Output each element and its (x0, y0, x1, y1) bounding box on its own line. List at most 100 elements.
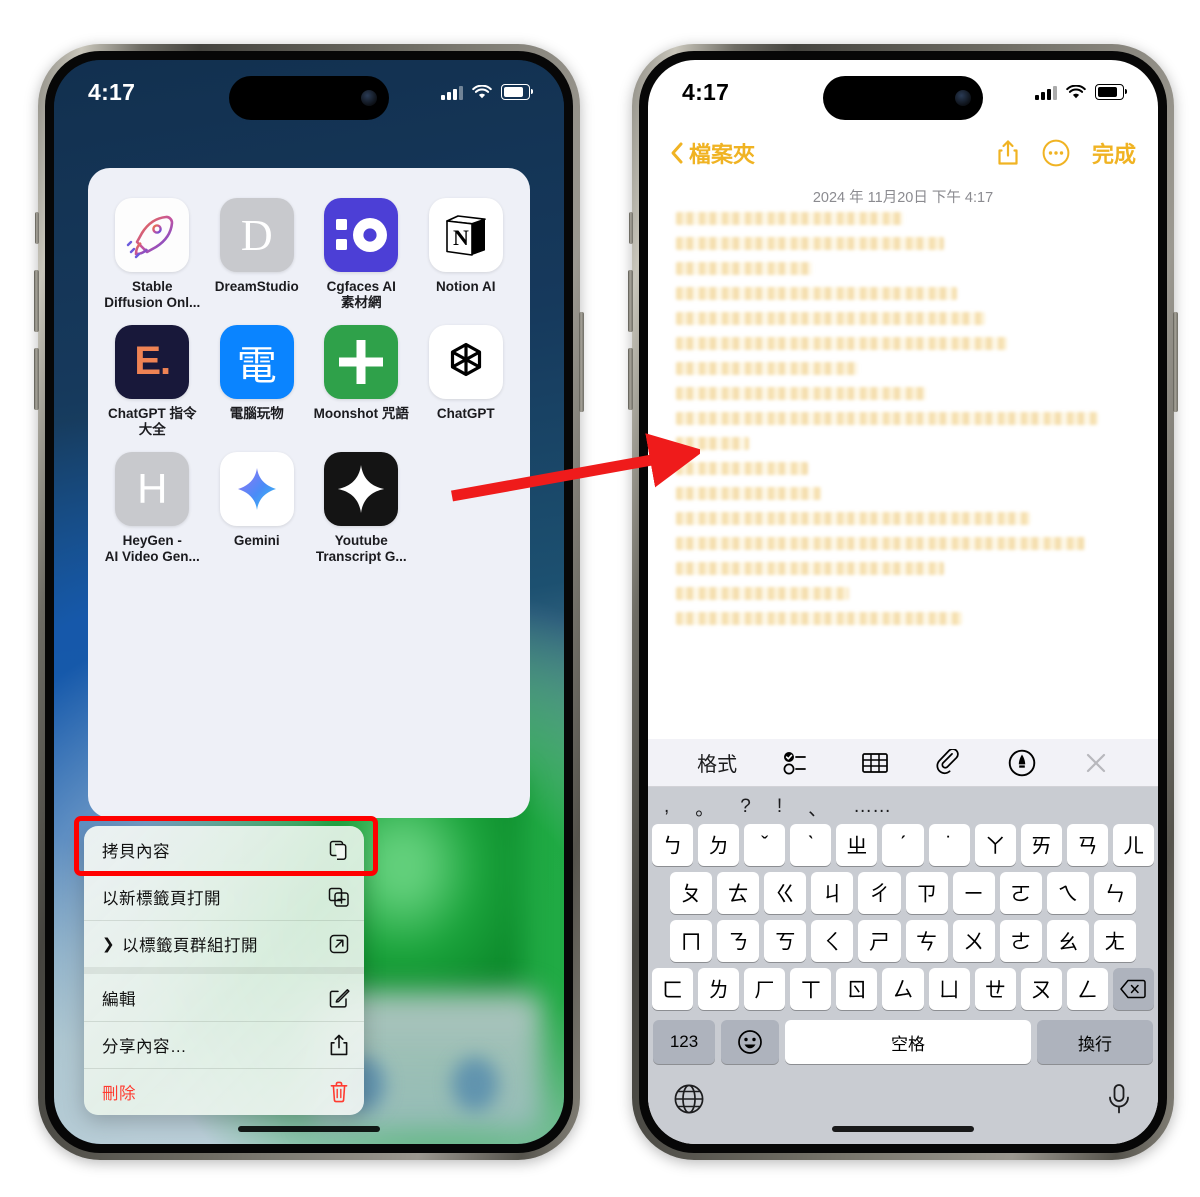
openai-logo-icon[interactable] (428, 324, 503, 399)
keyboard-key[interactable]: ㄠ (1046, 920, 1089, 962)
volume-down-button[interactable] (34, 348, 39, 410)
attachment-icon[interactable] (936, 748, 962, 777)
volume-down-button[interactable] (628, 348, 633, 410)
note-text-body-redacted[interactable] (676, 212, 1130, 637)
format-button[interactable]: 格式 (697, 748, 737, 777)
keyboard-key[interactable]: ˊ (882, 824, 924, 866)
space-key[interactable]: 空格 (785, 1020, 1031, 1064)
keyboard-key[interactable]: ˙ (928, 824, 970, 866)
keyboard-key[interactable]: ㄦ (1112, 824, 1155, 866)
keyboard-key[interactable]: ㄑ (811, 920, 854, 962)
app-shortcut[interactable]: D DreamStudio (205, 198, 310, 311)
punctuation-key[interactable]: 、 (808, 794, 827, 821)
keyboard-key[interactable]: ㄐ (811, 872, 854, 914)
keyboard-key[interactable]: ㄘ (905, 920, 948, 962)
notion-n-icon[interactable]: N (428, 198, 503, 272)
power-button[interactable] (579, 312, 584, 412)
backspace-key[interactable] (1112, 968, 1155, 1010)
emoji-key[interactable] (721, 1020, 779, 1064)
punctuation-key[interactable]: 。 (695, 794, 714, 821)
keyboard-key[interactable]: ㄟ (1046, 872, 1089, 914)
keyboard-key[interactable]: ㄜ (999, 920, 1042, 962)
microphone-icon[interactable] (1104, 1082, 1134, 1116)
keyboard-key[interactable]: ㄈ (651, 968, 694, 1010)
keyboard-key[interactable]: ㄕ (858, 920, 901, 962)
keyboard-key[interactable]: ㄅ (651, 824, 694, 866)
app-shortcut[interactable]: ChatGPT (414, 324, 519, 438)
app-shortcut[interactable]: 電電腦玩物 (205, 324, 310, 438)
mute-switch[interactable] (35, 212, 39, 244)
keyboard-key[interactable]: ㄛ (999, 872, 1042, 914)
done-button[interactable]: 完成 (1092, 137, 1136, 169)
cgfaces-icon[interactable] (324, 198, 399, 272)
home-indicator[interactable] (238, 1126, 380, 1132)
keyboard-key[interactable]: ㄧ (952, 872, 995, 914)
keyboard-key[interactable]: ㄤ (1093, 920, 1136, 962)
keyboard-key[interactable]: ㄡ (1020, 968, 1062, 1010)
home-indicator[interactable] (832, 1126, 974, 1132)
volume-up-button[interactable] (34, 270, 39, 332)
keyboard-key[interactable]: ㄏ (744, 968, 786, 1010)
keyboard-key[interactable]: ㄌ (698, 968, 740, 1010)
markup-pen-icon[interactable] (1008, 749, 1036, 777)
letter-h-icon[interactable]: H (115, 451, 190, 526)
four-point-star-icon[interactable] (324, 451, 399, 526)
punctuation-key[interactable]: ! (777, 796, 782, 818)
keyboard-key[interactable]: ㄗ (905, 872, 948, 914)
gemini-spark-icon[interactable] (219, 451, 294, 526)
power-button[interactable] (1173, 312, 1178, 412)
punctuation-key[interactable]: ? (740, 796, 751, 818)
keyboard-key[interactable]: ㄔ (858, 872, 901, 914)
keyboard-key[interactable]: ㄝ (974, 968, 1016, 1010)
keyboard-key[interactable]: ㄢ (1066, 824, 1108, 866)
context-menu-item[interactable]: 以新標籤頁打開 (84, 873, 364, 920)
keyboard-key[interactable]: ㄚ (974, 824, 1016, 866)
keyboard-key[interactable]: ㄨ (952, 920, 995, 962)
table-icon[interactable] (860, 750, 890, 776)
share-icon[interactable] (996, 139, 1020, 167)
checklist-icon[interactable] (783, 750, 813, 776)
keyboard-key[interactable]: ˋ (790, 824, 832, 866)
app-shortcut[interactable]: Cgfaces AI 素材網 (309, 198, 414, 311)
close-icon[interactable] (1083, 750, 1109, 776)
keyboard-key[interactable]: ㄩ (928, 968, 970, 1010)
keyboard-key[interactable]: ˇ (744, 824, 786, 866)
keyboard-key[interactable]: ㄞ (1020, 824, 1062, 866)
letter-d-icon[interactable]: D (219, 198, 294, 272)
keyboard-key[interactable]: ㄣ (1093, 872, 1136, 914)
mute-switch[interactable] (629, 212, 633, 244)
app-shortcut[interactable]: Gemini (205, 451, 310, 565)
keyboard-key[interactable]: ㄒ (790, 968, 832, 1010)
keyboard-key[interactable]: ㄆ (670, 872, 713, 914)
return-key[interactable]: 換行 (1037, 1020, 1153, 1064)
dian-char-icon[interactable]: 電 (219, 324, 294, 399)
app-shortcut[interactable]: Moonshot 咒語 (309, 324, 414, 438)
plus-cross-icon[interactable] (324, 324, 399, 399)
globe-icon[interactable] (672, 1082, 706, 1116)
keyboard-key[interactable]: ㄥ (1066, 968, 1108, 1010)
keyboard-key[interactable]: ㄙ (882, 968, 924, 1010)
context-menu-item[interactable]: 分享內容… (84, 1021, 364, 1068)
app-shortcut[interactable]: H HeyGen - AI Video Gen... (100, 451, 205, 565)
keyboard-key[interactable]: ㄇ (670, 920, 713, 962)
volume-up-button[interactable] (628, 270, 633, 332)
keyboard-key[interactable]: ㄋ (717, 920, 760, 962)
app-shortcut[interactable]: N Notion AI (414, 198, 519, 311)
letter-e-icon[interactable]: E. (115, 324, 190, 399)
keyboard-key[interactable]: ㄎ (764, 920, 807, 962)
numbers-key[interactable]: 123 (653, 1020, 715, 1064)
app-shortcut[interactable]: E. ChatGPT 指令 大全 (100, 324, 205, 438)
back-to-folder-button[interactable]: 檔案夾 (670, 137, 755, 169)
keyboard-key[interactable]: ㄉ (698, 824, 740, 866)
context-menu-item[interactable]: 編輯 (84, 974, 364, 1021)
keyboard-key[interactable]: ㄖ (836, 968, 878, 1010)
keyboard-key[interactable]: ㄍ (764, 872, 807, 914)
context-menu-item[interactable]: 刪除 (84, 1068, 364, 1115)
rocket-icon[interactable] (115, 198, 190, 272)
app-shortcut[interactable]: Youtube Transcript G... (309, 451, 414, 565)
punctuation-key[interactable]: …… (853, 796, 891, 818)
app-shortcut[interactable]: Stable Diffusion Onl... (100, 198, 205, 311)
context-menu-item[interactable]: ❯ 以標籤頁群組打開 (84, 920, 364, 967)
keyboard-key[interactable]: ㄊ (717, 872, 760, 914)
keyboard-key[interactable]: ㄓ (836, 824, 878, 866)
